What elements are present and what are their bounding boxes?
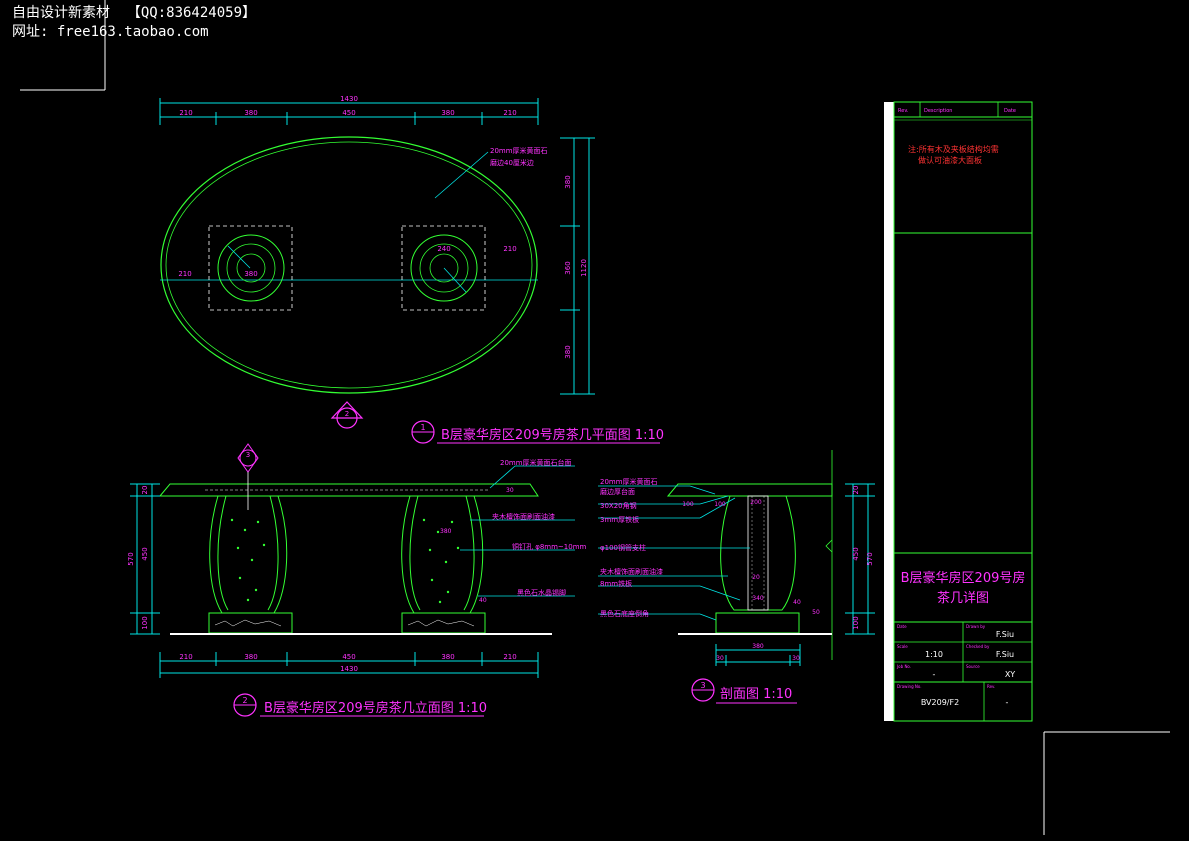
section-dim: 100 xyxy=(714,501,726,508)
section-dim: 30 xyxy=(792,655,800,662)
elevation-small-dim: 30 xyxy=(506,487,514,494)
plan-inner-dim: 380 xyxy=(244,270,257,278)
section-dim: 340 xyxy=(752,595,764,602)
plan-overall-height: 1120 xyxy=(580,259,588,277)
sheet-frame xyxy=(20,0,1170,835)
elevation-note: 铜钉孔 φ8mm~10mm xyxy=(512,542,587,551)
title-block-header: Description xyxy=(924,108,952,114)
section-dim: 30 xyxy=(716,655,724,662)
elevation-left-dim: 20 xyxy=(141,486,149,495)
plan-right-dim: 380 xyxy=(564,345,572,358)
section-dim: 20 xyxy=(752,574,760,581)
title-block-label: Job No. xyxy=(896,664,911,669)
elevation-overall-width: 1430 xyxy=(340,665,358,673)
plan-inner-dim: 210 xyxy=(178,270,191,278)
plan-note-line: 20mm厚米黄面石 xyxy=(490,146,548,155)
drawing-number: BV209/F2 xyxy=(921,698,959,707)
elevation-bottom-dim: 380 xyxy=(441,653,454,661)
title-block-label: Drawn by xyxy=(966,624,986,629)
plan-note-line: 磨边40厘米边 xyxy=(490,158,534,167)
svg-text:B层豪华房区209号房茶几平面图 1:10: B层豪华房区209号房茶几平面图 1:10 xyxy=(441,427,664,443)
elevation-left-dim: 450 xyxy=(141,547,149,560)
section-right-dim: 20 xyxy=(852,486,860,495)
title-block: Rev. Description Date 注:所有木及夹板结构均需 做认可油漆… xyxy=(884,101,1033,722)
svg-text:3: 3 xyxy=(246,451,250,459)
watermark-line2: 网址: free163.taobao.com xyxy=(12,24,209,40)
title-block-value: - xyxy=(933,670,936,679)
section-dim: 100 xyxy=(682,501,694,508)
plan-inner-dim: 210 xyxy=(503,245,516,253)
elevation-overall-height: 570 xyxy=(127,552,135,565)
section-note: 磨边厚台面 xyxy=(600,487,635,496)
elevation-small-dim: 40 xyxy=(479,597,487,604)
section-right-dim: 450 xyxy=(852,547,860,560)
title-block-header: Rev. xyxy=(898,108,909,114)
section-right-dim: 100 xyxy=(852,616,860,629)
section-note: φ100钢管支柱 xyxy=(600,543,646,552)
title-block-note: 做认可油漆大面板 xyxy=(918,155,982,165)
title-block-note: 注:所有木及夹板结构均需 xyxy=(908,144,999,154)
section-view: 20mm厚米黄面石 磨边厚台面 30X20角钢 3mm厚铁板 φ100钢管支柱 … xyxy=(598,450,875,704)
section-note: 8mm铁板 xyxy=(600,579,632,588)
section-note: 黑色石底座倒角 xyxy=(600,609,649,618)
plan-top-dim: 380 xyxy=(244,109,257,117)
plan-inner-dim: 240 xyxy=(437,245,450,253)
plan-top-dim: 380 xyxy=(441,109,454,117)
cad-drawing-canvas: 1430 210 380 450 380 210 210 380 210 240… xyxy=(20,0,1170,835)
svg-text:2: 2 xyxy=(345,410,349,418)
title-block-label: Drawing No. xyxy=(897,684,922,689)
svg-text:B层豪华房区209号房茶几立面图 1:10: B层豪华房区209号房茶几立面图 1:10 xyxy=(264,700,487,716)
section-note: 20mm厚米黄面石 xyxy=(600,477,658,486)
section-dim: 200 xyxy=(750,499,762,506)
plan-right-dim: 380 xyxy=(564,175,572,188)
svg-text:2: 2 xyxy=(242,696,247,705)
title-block-label: Scale xyxy=(897,644,908,649)
elevation-bottom-dim: 210 xyxy=(503,653,516,661)
title-block-value: F.Siu xyxy=(996,630,1014,639)
elevation-note: 20mm厚米黄面石台面 xyxy=(500,458,572,467)
svg-text:剖面图 1:10: 剖面图 1:10 xyxy=(720,687,792,702)
elevation-note: 夹木檀饰面刷面油漆 xyxy=(492,512,555,521)
title-block-value: 1:10 xyxy=(925,650,943,659)
section-note: 3mm厚铁板 xyxy=(600,515,639,524)
elevation-bottom-dim: 380 xyxy=(244,653,257,661)
title-block-value: F.Siu xyxy=(996,650,1014,659)
title-block-value: XY xyxy=(1005,670,1015,679)
watermark-line1: 自由设计新素材 【QQ:836424059】 xyxy=(12,5,257,21)
title-block-header: Date xyxy=(1004,108,1016,114)
revision-value: - xyxy=(1006,698,1009,707)
elevation-bottom-dim: 450 xyxy=(342,653,355,661)
title-block-label: Checked by xyxy=(966,644,990,649)
title-block-label: Date xyxy=(897,624,907,629)
project-title-line2: 茶几详图 xyxy=(937,590,989,606)
plan-overall-width: 1430 xyxy=(340,95,358,103)
section-dim: 40 xyxy=(793,599,801,606)
section-title: 3 剖面图 1:10 xyxy=(691,678,797,704)
elevation-note: 黑色石水晶锡脚 xyxy=(517,588,566,597)
elevation-title: 2 B层豪华房区209号房茶几立面图 1:10 xyxy=(233,693,487,717)
section-marker: 3 xyxy=(237,443,259,510)
section-note: 夹木檀饰面刷面油漆 xyxy=(600,567,663,576)
plan-right-dim: 360 xyxy=(564,261,572,274)
svg-text:3: 3 xyxy=(700,681,705,690)
project-title-line1: B层豪华房区209号房 xyxy=(901,570,1026,586)
elevation-view: 3 20 450 100 570 210 380 450 380 210 143… xyxy=(127,443,587,717)
plan-top-dim: 210 xyxy=(179,109,192,117)
plan-title: 1 B层豪华房区209号房茶几平面图 1:10 xyxy=(411,420,664,444)
section-note: 30X20角钢 xyxy=(600,501,637,510)
title-block-label: Rev. xyxy=(987,684,995,689)
section-dim: 380 xyxy=(752,643,764,650)
svg-text:1: 1 xyxy=(420,423,425,432)
section-dim: 50 xyxy=(812,609,820,616)
elevation-bottom-dim: 210 xyxy=(179,653,192,661)
section-overall-height: 570 xyxy=(866,552,874,565)
title-block-label: Source xyxy=(966,664,980,669)
plan-top-dim: 210 xyxy=(503,109,516,117)
section-reference-symbol: 2 xyxy=(330,401,364,429)
plan-top-dim: 450 xyxy=(342,109,355,117)
elevation-left-dim: 100 xyxy=(141,616,149,629)
elevation-small-dim: 380 xyxy=(440,528,452,535)
plan-view: 1430 210 380 450 380 210 210 380 210 240… xyxy=(159,95,664,444)
